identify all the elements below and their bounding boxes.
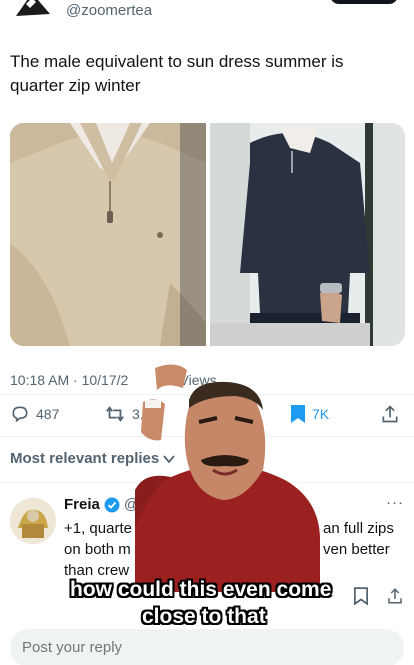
more-options-icon[interactable]: ··· [386,494,404,511]
reply-text-line: an full zips [323,520,394,537]
tweet-image-beige-quarter-zip[interactable] [10,123,206,346]
author-avatar[interactable] [12,0,54,18]
share-action[interactable] [380,404,400,424]
repost-icon [106,406,124,422]
bookmark-icon [354,587,368,606]
reply-avatar[interactable] [10,498,56,544]
share-icon [388,588,402,604]
reply-icon [12,406,28,423]
reply-author[interactable]: Freia @ [64,496,139,513]
reply-text-line: on both m [64,541,131,558]
reply-bookmark-action[interactable] [354,587,368,610]
meme-caption-line: how could this even come [70,578,332,601]
tweet-text: The male equivalent to sun dress summer … [10,52,344,95]
reply-action[interactable]: 487 [10,404,59,424]
author-handle[interactable]: @zoomertea [66,2,152,19]
verified-badge-icon [104,497,120,512]
reply-composer[interactable] [10,629,404,665]
tweet-timestamp[interactable]: 10:18 AM · 10/17/2 [10,372,128,388]
reply-share-action[interactable] [386,587,404,610]
reply-count: 487 [36,406,60,422]
reply-text-line: ven better [323,541,390,558]
tweet-time-date: 10:18 AM · 10/17/2 [10,372,129,388]
reaction-meme-image [135,360,320,592]
reply-input[interactable] [22,639,382,656]
share-icon [382,405,398,423]
tweet-image-navy-quarter-zip[interactable] [210,123,405,346]
reply-author-name: Freia [64,496,100,513]
meme-caption-line: close to that [142,605,266,628]
follow-button[interactable] [330,0,398,4]
reply-text-line: +1, quarte [64,520,132,537]
